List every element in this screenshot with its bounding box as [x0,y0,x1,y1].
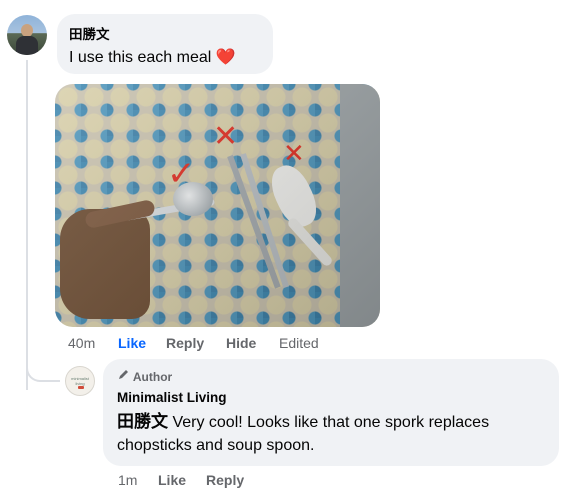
mention-link[interactable]: 田勝文 [117,412,168,431]
photo-shade [55,84,380,327]
reply-button[interactable]: Reply [166,335,204,351]
edited-label[interactable]: Edited [279,335,319,351]
hide-button[interactable]: Hide [226,335,256,351]
comment-photo[interactable]: ✓ ✕ ✕ [55,84,380,327]
avatar-body [16,36,38,55]
avatar[interactable] [7,15,47,55]
reply-actions: 1m Like Reply [118,472,318,490]
pencil-icon [119,370,128,379]
page-avatar[interactable]: minimalist living [65,366,95,396]
reply-body: Very cool! Looks like that one spork rep… [117,414,490,454]
avatar-logo-mark [78,386,84,389]
reply-author[interactable]: Minimalist Living [117,390,227,405]
like-button[interactable]: Like [158,472,186,488]
like-button[interactable]: Like [118,335,146,351]
reply-timestamp[interactable]: 1m [118,472,137,488]
avatar-logo-text: minimalist living [71,376,89,386]
reply-button[interactable]: Reply [206,472,244,488]
comment-bubble: 田勝文 I use this each meal ❤️ [57,14,273,74]
reply-connector [26,350,60,382]
comment-timestamp[interactable]: 40m [68,335,95,351]
author-badge: Author [117,369,172,384]
comment-text: I use this each meal ❤️ [69,47,236,67]
comment-author[interactable]: 田勝文 [69,23,110,43]
reply-bubble: Author Minimalist Living 田勝文 Very cool! … [103,359,559,466]
thread-line [26,60,28,390]
comment-actions: 40m Like Reply Hide Edited [68,335,368,353]
author-badge-label: Author [132,370,173,384]
reply-text: 田勝文 Very cool! Looks like that one spork… [117,410,537,457]
heart-emoji-icon: ❤️ [215,49,236,66]
comment-body: I use this each meal [69,49,212,66]
